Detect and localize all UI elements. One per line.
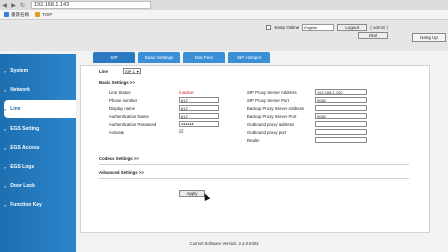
hangup-button[interactable]: Hang Up (412, 33, 446, 42)
divider (99, 164, 409, 165)
backup-proxy-port-input[interactable]: 5060 (315, 113, 367, 119)
realm-label: Realm (247, 138, 260, 143)
forward-icon[interactable]: ▶ (9, 2, 18, 9)
outbound-proxy-port-label: Outbound proxy port (247, 130, 287, 135)
language-select[interactable]: English (302, 23, 335, 31)
phone-number-input[interactable]: 812 (179, 97, 219, 103)
dial-button[interactable]: Dial (358, 32, 388, 39)
basic-settings-header[interactable]: Basic Settings >> (99, 80, 135, 85)
tab-bar: SIP Basic Settings Dial Peer SIP Hotspot (93, 52, 270, 63)
chevron-right-icon: » (4, 202, 7, 208)
line-label: Line (99, 69, 108, 74)
chevron-right-icon: » (4, 68, 7, 74)
line-select-value: SIP 1 (125, 68, 135, 74)
codecs-settings-header[interactable]: Codecs Settings >> (99, 156, 139, 161)
sidebar-item-label: Line (10, 106, 21, 112)
refresh-icon[interactable]: ↻ (18, 2, 27, 9)
bookmark-icon (4, 12, 9, 17)
sidebar-item-door-lock[interactable]: » Door Lock (4, 177, 76, 195)
tab-sip-hotspot[interactable]: SIP Hotspot (228, 52, 270, 63)
chevron-right-icon: » (4, 87, 7, 93)
bookmarks-bar: 書簽名稱 TOIP (0, 10, 448, 20)
sidebar-item-label: EGS Setting (10, 126, 40, 132)
sidebar-item-label: Function Key (10, 202, 42, 208)
sidebar-item-label: EGS Access (10, 145, 40, 151)
sidebar-item-label: EGS Logs (10, 164, 35, 170)
logo (4, 23, 76, 49)
bookmark-label: 書簽名稱 (11, 11, 29, 17)
sidebar-item-system[interactable]: » System (4, 62, 76, 80)
line-status-value: Inactive (179, 90, 194, 95)
outbound-proxy-address-label: Outbound proxy address (247, 122, 295, 127)
chevron-right-icon: » (4, 145, 7, 151)
sip-proxy-port-input[interactable]: 5060 (315, 97, 367, 103)
chevron-right-icon: » (4, 126, 7, 132)
auth-password-label: Authentication Password (109, 122, 157, 127)
divider (99, 178, 409, 179)
sidebar-item-line[interactable]: » Line (4, 100, 76, 118)
outbound-proxy-address-input[interactable] (315, 121, 367, 127)
bookmark-item[interactable]: TOIP (35, 12, 52, 17)
auth-name-input[interactable]: 812 (179, 113, 219, 119)
address-bar-row: ◀ ▶ ↻ 192.168.1.143 (0, 0, 448, 10)
realm-input[interactable] (315, 137, 367, 143)
activate-checkbox[interactable]: ☑ (179, 129, 183, 135)
mouse-cursor-icon (201, 192, 211, 201)
activate-label: Activate (109, 130, 125, 135)
sidebar-item-function-key[interactable]: » Function Key (4, 196, 76, 214)
url-input[interactable]: 192.168.1.143 (31, 1, 151, 9)
bookmark-icon (35, 12, 40, 17)
tab-basic-settings[interactable]: Basic Settings (138, 52, 180, 63)
auth-name-label: Authentication Name (109, 114, 149, 119)
keep-online-checkbox[interactable] (266, 24, 272, 30)
sidebar-item-network[interactable]: » Network (4, 81, 76, 99)
display-name-input[interactable]: 812 (179, 105, 219, 111)
keep-online-label: Keep Online (274, 24, 300, 30)
version-footer: Current Software Version: 2.4.0.8403 (189, 241, 259, 246)
bookmark-label: TOIP (42, 12, 53, 17)
chevron-down-icon: ▾ (136, 68, 139, 74)
backup-proxy-address-label: Backup Proxy Server Address (247, 106, 305, 111)
sidebar: » System » Network » Line » EGS Setting » EGS… (0, 54, 76, 252)
outbound-proxy-port-input[interactable] (315, 129, 367, 135)
sidebar-item-label: Network (10, 87, 30, 93)
sidebar-item-label: Door Lock (10, 183, 35, 189)
sidebar-item-egs-logs[interactable]: » EGS Logs (4, 158, 76, 176)
dial-row: Dial (358, 32, 388, 39)
chevron-right-icon: » (4, 183, 7, 189)
web-page: Keep Online English Logout ( admin ) Dia… (0, 21, 448, 252)
sip-proxy-address-label: SIP Proxy Server Address (247, 90, 297, 95)
line-status-label: Line Status (109, 90, 131, 95)
tab-dial-peer[interactable]: Dial Peer (183, 52, 225, 63)
sidebar-item-egs-setting[interactable]: » EGS Setting (4, 120, 76, 138)
backup-proxy-port-label: Backup Proxy Server Port (247, 114, 297, 119)
logout-button[interactable]: Logout (337, 23, 368, 31)
sip-proxy-address-input[interactable]: 192.168.1.100 (315, 89, 367, 95)
sidebar-item-label: System (10, 68, 29, 74)
advanced-settings-header[interactable]: Advanced Settings >> (99, 170, 144, 175)
display-name-label: Display name (109, 106, 136, 111)
sidebar-item-egs-access[interactable]: » EGS Access (4, 139, 76, 157)
auth-password-input[interactable]: ●●●●●● (179, 121, 219, 127)
phone-number-label: Phone number (109, 98, 138, 103)
chevron-right-icon: » (4, 164, 7, 170)
chevron-right-icon: » (4, 106, 7, 112)
sip-config-panel: Line SIP 1 ▾ Basic Settings >> Line Stat… (80, 65, 430, 233)
user-label: ( admin ) (370, 24, 388, 30)
sip-proxy-port-label: SIP Proxy Server Port (247, 98, 289, 103)
backup-proxy-address-input[interactable] (315, 105, 367, 111)
back-icon[interactable]: ◀ (0, 2, 9, 9)
line-select[interactable]: SIP 1 ▾ (123, 68, 141, 74)
top-controls: Keep Online English Logout ( admin ) (266, 23, 388, 31)
bookmark-item[interactable]: 書簽名稱 (4, 12, 29, 18)
tab-sip[interactable]: SIP (93, 52, 135, 63)
